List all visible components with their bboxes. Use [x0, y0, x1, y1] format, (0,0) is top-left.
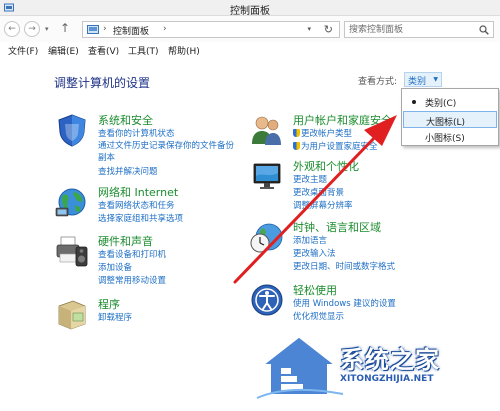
watermark-text: 系统之家 [340, 346, 440, 374]
watermark: 系统之家 XITONGZHIJIA.NET [255, 322, 500, 411]
house-logo-icon [256, 334, 344, 399]
watermark-url: XITONGZHIJIA.NET [340, 374, 434, 384]
